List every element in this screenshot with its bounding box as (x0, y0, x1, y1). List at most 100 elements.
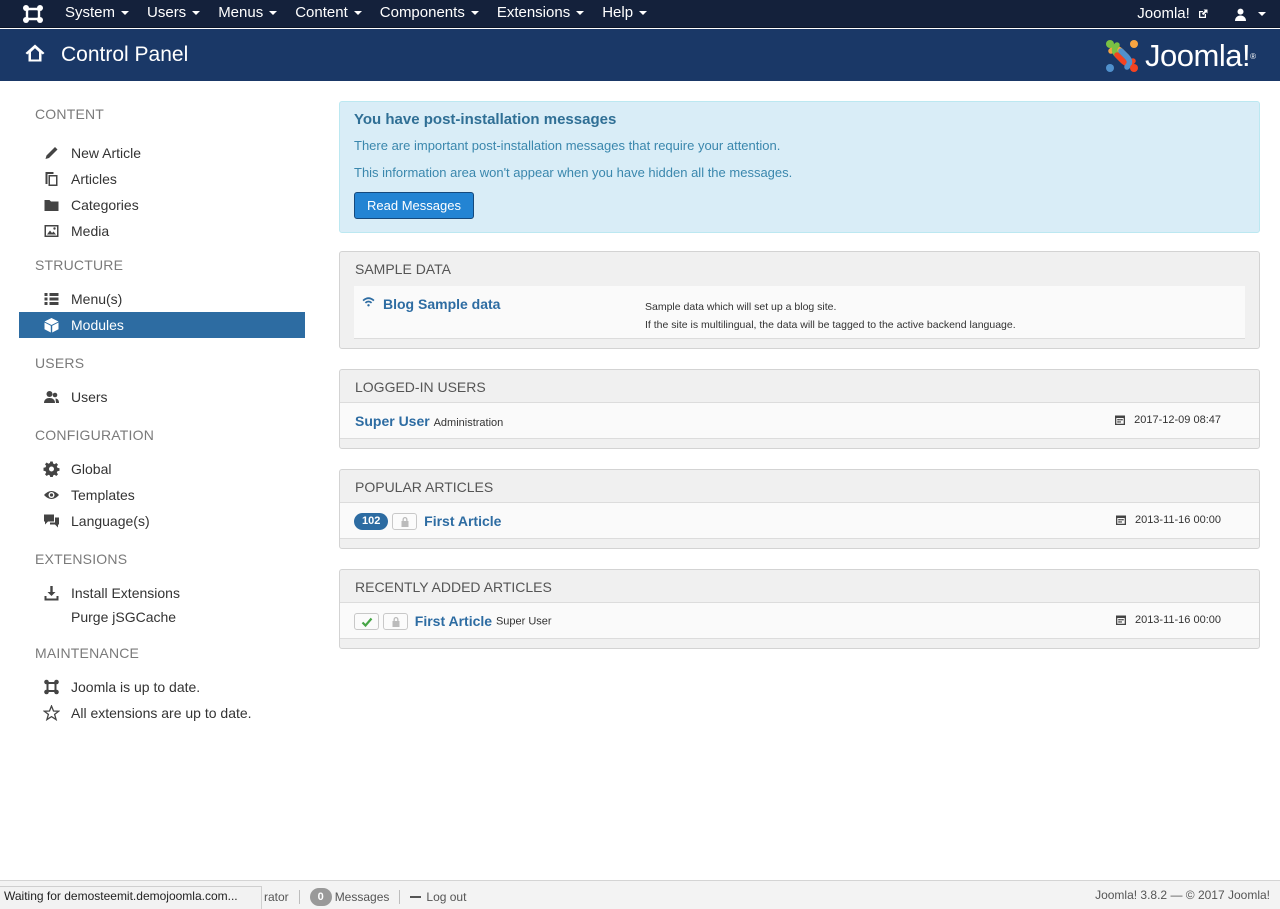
table-row: Super User Administration 2017-12-09 08:… (340, 403, 1259, 439)
caret-down-icon (470, 11, 479, 16)
caret-down-icon (576, 11, 585, 16)
menu-extensions[interactable]: Extensions (488, 0, 593, 28)
panel-heading: LOGGED-IN USERS (340, 370, 1259, 403)
recent-articles-panel: RECENTLY ADDED ARTICLES First Article Su… (339, 569, 1260, 649)
main-content: You have post-installation messages Ther… (339, 101, 1260, 649)
alert-text-2: This information area won't appear when … (354, 165, 793, 180)
read-messages-button[interactable]: Read Messages (354, 192, 474, 219)
menu-content[interactable]: Content (286, 0, 371, 28)
sidebar-item-global[interactable]: Global (19, 456, 305, 482)
sidebar-item-purge-jsgcache[interactable]: Purge jSGCache (19, 606, 305, 628)
status-left: rator 0 Messages Log out (264, 888, 466, 906)
menu-system[interactable]: System (56, 0, 138, 28)
cube-icon (44, 318, 59, 333)
user-icon (1235, 8, 1246, 21)
star-icon (43, 705, 60, 721)
row-date: 2013-11-16 00:00 (1115, 514, 1221, 526)
view-site-link[interactable]: Joomla! (1137, 1, 1208, 27)
list-icon (44, 293, 59, 305)
logged-user-area: Administration (433, 417, 504, 429)
sidebar-heading-extensions: EXTENSIONS (35, 551, 128, 567)
image-icon (44, 225, 59, 237)
browser-loading-status: Waiting for demosteemit.demojoomla.com..… (0, 886, 262, 909)
status-fragment[interactable]: rator (264, 890, 289, 904)
top-navbar: System Users Menus Content Components Ex… (0, 0, 1280, 28)
caret-down-icon (1258, 12, 1266, 16)
panel-heading: POPULAR ARTICLES (340, 470, 1259, 503)
caret-down-icon (353, 11, 362, 16)
sample-data-row: Blog Sample data Sample data which will … (354, 286, 1245, 339)
row-date: 2013-11-16 00:00 (1115, 614, 1221, 626)
eye-icon (44, 491, 59, 499)
sidebar-item-templates[interactable]: Templates (19, 482, 305, 508)
joomla-icon (44, 679, 59, 695)
comments-icon (44, 514, 59, 528)
caret-down-icon (269, 11, 278, 16)
divider (298, 890, 300, 904)
sidebar: CONTENT New Article Articles Categories … (19, 104, 305, 726)
checked-out-lock[interactable] (392, 512, 418, 530)
external-link-icon (1199, 9, 1208, 19)
postinstall-alert: You have post-installation messages Ther… (339, 101, 1260, 233)
table-row: First Article Super User 2013-11-16 00:0… (340, 603, 1259, 639)
copyright-text: Joomla! 3.8.2 — © 2017 Joomla! (1095, 888, 1270, 902)
publish-toggle[interactable] (354, 612, 379, 630)
page-header: Control Panel Joomla! ® (0, 29, 1280, 81)
calendar-icon (1115, 515, 1126, 525)
messages-count-badge: 0 (309, 888, 332, 906)
sample-data-panel: SAMPLE DATA Blog Sample data Sample data… (339, 251, 1260, 349)
alert-title: You have post-installation messages (354, 111, 617, 128)
caret-down-icon (192, 11, 201, 16)
checked-out-lock[interactable] (382, 612, 408, 630)
sidebar-item-categories[interactable]: Categories (19, 192, 305, 218)
registered-mark: ® (1250, 51, 1256, 61)
sidebar-item-menus[interactable]: Menu(s) (19, 286, 305, 312)
sidebar-item-modules[interactable]: Modules (19, 312, 305, 338)
sidebar-heading-structure: STRUCTURE (35, 257, 124, 273)
minus-icon (410, 896, 422, 898)
joomla-logo-icon[interactable] (22, 4, 44, 24)
main-menu: System Users Menus Content Components Ex… (56, 0, 656, 28)
joomla-logo-icon (1106, 40, 1139, 72)
calendar-icon (1115, 415, 1126, 425)
user-menu[interactable] (1234, 8, 1266, 21)
users-icon (44, 391, 59, 403)
panel-heading: RECENTLY ADDED ARTICLES (340, 570, 1259, 603)
sidebar-item-media[interactable]: Media (19, 218, 305, 244)
sidebar-item-joomla-uptodate[interactable]: Joomla is up to date. (19, 674, 305, 700)
sidebar-item-users[interactable]: Users (19, 384, 305, 410)
sidebar-item-install-extensions[interactable]: Install Extensions (19, 580, 305, 606)
sidebar-item-new-article[interactable]: New Article (19, 140, 305, 166)
logged-user-link[interactable]: Super User (355, 413, 430, 429)
panel-heading: SAMPLE DATA (355, 261, 451, 277)
lock-icon (401, 516, 409, 527)
messages-link[interactable]: Messages (335, 890, 390, 904)
lock-icon (392, 616, 400, 627)
check-icon (361, 617, 373, 627)
hits-badge: 102 (354, 512, 389, 530)
pencil-icon (45, 147, 58, 159)
sidebar-heading-users: USERS (35, 355, 85, 371)
sidebar-item-languages[interactable]: Language(s) (19, 508, 305, 534)
navbar-right: Joomla! (1137, 0, 1266, 28)
logged-in-users-panel: LOGGED-IN USERS Super User Administratio… (339, 369, 1260, 449)
page-title: Control Panel (61, 43, 189, 66)
alert-text-1: There are important post-installation me… (354, 138, 781, 153)
sidebar-item-extensions-uptodate[interactable]: All extensions are up to date. (19, 700, 305, 726)
wifi-icon (362, 297, 375, 307)
popular-article-link[interactable]: First Article (424, 513, 501, 529)
joomla-brand: Joomla! ® (1103, 37, 1256, 75)
recent-article-link[interactable]: First Article (415, 613, 492, 629)
sidebar-heading-maintenance: MAINTENANCE (35, 645, 140, 661)
menu-users[interactable]: Users (138, 0, 209, 28)
sidebar-item-articles[interactable]: Articles (19, 166, 305, 192)
menu-help[interactable]: Help (593, 0, 656, 28)
recent-article-author: Super User (495, 615, 552, 628)
sidebar-heading-content: CONTENT (35, 106, 105, 122)
menu-menus[interactable]: Menus (209, 0, 286, 28)
blog-sample-data-link[interactable]: Blog Sample data (383, 296, 500, 312)
menu-components[interactable]: Components (371, 0, 488, 28)
download-icon (44, 586, 59, 601)
logout-link[interactable]: Log out (426, 890, 466, 904)
row-date: 2017-12-09 08:47 (1114, 414, 1221, 426)
